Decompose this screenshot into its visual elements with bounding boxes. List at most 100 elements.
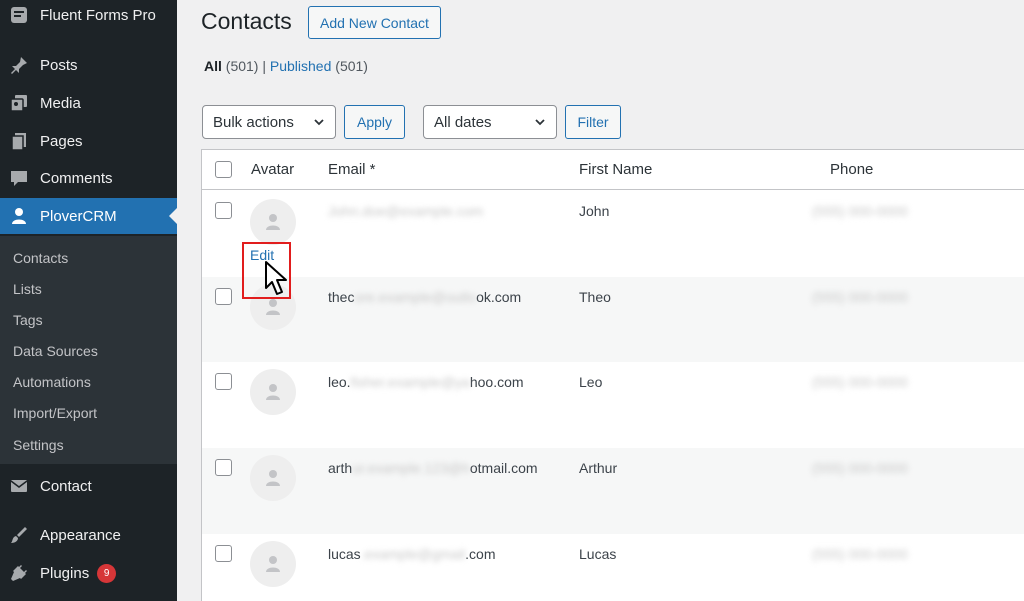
first-name-cell: Arthur bbox=[579, 460, 618, 476]
email-cell[interactable]: arthur.example.123@hotmail.com bbox=[328, 460, 538, 476]
avatar bbox=[250, 541, 296, 587]
person-icon bbox=[266, 384, 280, 400]
user-icon bbox=[9, 206, 29, 226]
person-icon bbox=[266, 556, 280, 572]
sidebar-item-posts[interactable]: Posts bbox=[0, 47, 177, 83]
sidebar-item-appearance[interactable]: Appearance bbox=[0, 517, 177, 553]
avatar bbox=[250, 455, 296, 501]
brush-icon bbox=[9, 525, 29, 545]
email-end: .com bbox=[465, 546, 496, 562]
sidebar-item-plovercrm[interactable]: PloverCRM bbox=[0, 198, 177, 234]
email-start: lucas bbox=[328, 546, 361, 562]
submenu-item-contacts[interactable]: Contacts bbox=[13, 250, 68, 266]
row-checkbox[interactable] bbox=[215, 459, 232, 476]
contacts-table: Avatar Email * First Name Phone John.doe… bbox=[201, 149, 1024, 601]
sidebar-item-label: Pages bbox=[40, 132, 83, 150]
table-row: arthur.example.123@hotmail.com Arthur (5… bbox=[202, 448, 1024, 534]
column-phone: Phone bbox=[830, 161, 874, 178]
person-icon bbox=[266, 214, 280, 230]
status-filter-links: All (501) | Published (501) bbox=[204, 58, 368, 74]
dates-value: All dates bbox=[434, 113, 492, 131]
column-email[interactable]: Email * bbox=[328, 161, 376, 178]
plugins-update-badge: 9 bbox=[97, 563, 117, 583]
sidebar-item-label: Comments bbox=[40, 169, 113, 187]
forms-icon bbox=[9, 5, 29, 25]
filter-separator: | bbox=[262, 58, 266, 74]
sidebar-item-pages[interactable]: Pages bbox=[0, 123, 177, 159]
first-name-cell: John bbox=[579, 203, 610, 219]
filter-published-link[interactable]: Published bbox=[270, 58, 332, 74]
email-end: otmail.com bbox=[469, 460, 538, 476]
sidebar-item-media[interactable]: Media bbox=[0, 85, 177, 121]
pin-icon bbox=[9, 55, 29, 75]
email-redacted: ur.example.123@h bbox=[352, 460, 470, 476]
person-icon bbox=[266, 299, 280, 315]
site-name-label: Fluent Forms Pro bbox=[40, 6, 156, 24]
site-name-menu-item[interactable]: Fluent Forms Pro bbox=[0, 0, 177, 33]
sidebar-item-comments[interactable]: Comments bbox=[0, 160, 177, 196]
filter-published-count: (501) bbox=[335, 58, 368, 74]
phone-cell: (555) 000-0000 bbox=[812, 546, 908, 562]
person-icon bbox=[266, 470, 280, 486]
submenu-item-import-export[interactable]: Import/Export bbox=[13, 405, 97, 421]
table-header: Avatar Email * First Name Phone bbox=[202, 150, 1024, 190]
row-checkbox[interactable] bbox=[215, 288, 232, 305]
chevron-down-icon bbox=[314, 119, 324, 126]
submenu-item-automations[interactable]: Automations bbox=[13, 374, 91, 390]
select-all-checkbox[interactable] bbox=[215, 161, 232, 178]
row-checkbox[interactable] bbox=[215, 202, 232, 219]
apply-button[interactable]: Apply bbox=[344, 105, 405, 139]
bulk-actions-select[interactable]: Bulk actions bbox=[202, 105, 336, 139]
column-avatar: Avatar bbox=[251, 161, 295, 178]
table-row: John.doe@example.com John (555) 000-0000 bbox=[202, 191, 1024, 277]
sidebar-item-label: Appearance bbox=[40, 526, 121, 544]
avatar bbox=[250, 369, 296, 415]
email-end: hoo.com bbox=[469, 374, 524, 390]
email-cell[interactable]: thecore.example@outlook.com bbox=[328, 289, 521, 305]
sidebar-item-contact[interactable]: Contact bbox=[0, 468, 177, 504]
email-cell[interactable]: leo.fisher.example@yahoo.com bbox=[328, 374, 524, 390]
sidebar-item-label: Plugins bbox=[40, 564, 90, 582]
first-name-cell: Theo bbox=[579, 289, 611, 305]
filter-all-link[interactable]: All bbox=[204, 58, 222, 74]
sidebar-item-label: Media bbox=[40, 94, 81, 112]
plovercrm-submenu: Contacts Lists Tags Data Sources Automat… bbox=[0, 236, 177, 464]
email-end: ok.com bbox=[476, 289, 522, 305]
table-row: thecore.example@outlook.com Theo (555) 0… bbox=[202, 277, 1024, 362]
column-first-name: First Name bbox=[579, 161, 653, 178]
email-redacted: .example@gmail bbox=[360, 546, 466, 562]
email-redacted: John.doe@example.com bbox=[328, 203, 484, 219]
submenu-item-lists[interactable]: Lists bbox=[13, 281, 42, 297]
email-cell[interactable]: John.doe@example.com bbox=[328, 203, 483, 219]
phone-cell: (555) 000-0000 bbox=[812, 460, 908, 476]
sidebar-item-label: Posts bbox=[40, 56, 78, 74]
submenu-item-tags[interactable]: Tags bbox=[13, 312, 43, 328]
add-new-contact-button[interactable]: Add New Contact bbox=[308, 6, 441, 39]
admin-sidebar: Fluent Forms Pro Posts Media Pages Comme… bbox=[0, 0, 177, 601]
email-cell[interactable]: lucas.example@gmail.com bbox=[328, 546, 496, 562]
sidebar-item-plugins[interactable]: Plugins 9 bbox=[0, 555, 177, 591]
table-row: lucas.example@gmail.com Lucas (555) 000-… bbox=[202, 534, 1024, 601]
plug-icon bbox=[9, 563, 29, 583]
row-checkbox[interactable] bbox=[215, 373, 232, 390]
filter-button[interactable]: Filter bbox=[565, 105, 621, 139]
sidebar-item-label: PloverCRM bbox=[40, 207, 117, 225]
row-checkbox[interactable] bbox=[215, 545, 232, 562]
submenu-item-data-sources[interactable]: Data Sources bbox=[13, 343, 98, 359]
phone-cell: (555) 000-0000 bbox=[812, 374, 908, 390]
mail-icon bbox=[9, 476, 29, 496]
email-redacted: fisher.example@ya bbox=[350, 374, 470, 390]
page-title: Contacts bbox=[201, 8, 292, 34]
dates-select[interactable]: All dates bbox=[423, 105, 557, 139]
phone-cell: (555) 000-0000 bbox=[812, 203, 908, 219]
submenu-item-settings[interactable]: Settings bbox=[13, 437, 64, 453]
media-icon bbox=[9, 93, 29, 113]
bulk-actions-value: Bulk actions bbox=[213, 113, 294, 131]
email-redacted: ore.example@outlo bbox=[354, 289, 477, 305]
email-start: leo. bbox=[328, 374, 351, 390]
avatar bbox=[250, 199, 296, 245]
pages-icon bbox=[9, 131, 29, 151]
sidebar-item-label: Contact bbox=[40, 477, 92, 495]
first-name-cell: Lucas bbox=[579, 546, 617, 562]
comments-icon bbox=[9, 168, 29, 188]
